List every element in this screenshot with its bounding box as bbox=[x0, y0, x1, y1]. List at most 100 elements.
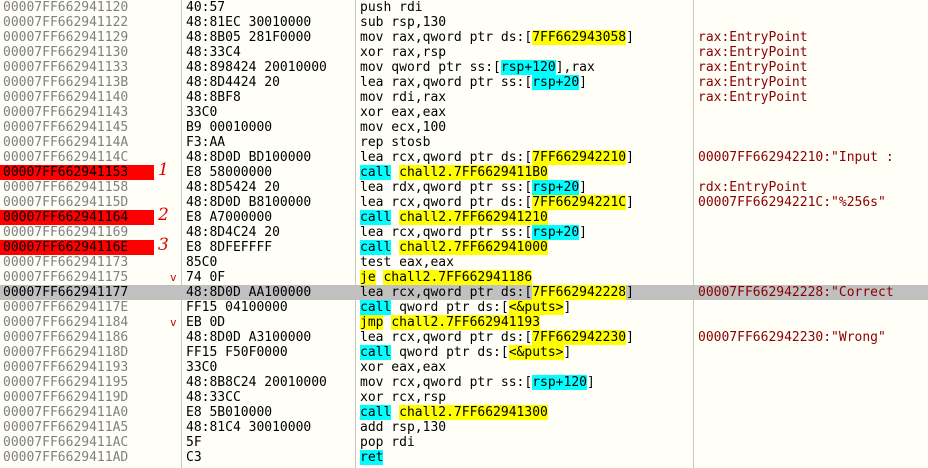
address-cell[interactable]: 00007FF662941175 bbox=[0, 270, 154, 285]
disassembly-row[interactable]: 00007FF6629411AD C3 ret bbox=[0, 450, 928, 465]
disassembly-row[interactable]: 00007FF662941129 48:8B05 281F0000 mov rax,… bbox=[0, 30, 928, 45]
instruction-cell[interactable]: mov rcx,qword ptr ss:[rsp+120] bbox=[360, 375, 690, 390]
bytes-cell[interactable]: 33C0 bbox=[186, 360, 351, 375]
bytes-cell[interactable]: 48:81EC 30010000 bbox=[186, 15, 351, 30]
comment-cell[interactable] bbox=[698, 165, 928, 180]
address-cell[interactable]: 00007FF662941177 bbox=[0, 285, 154, 300]
instruction-cell[interactable]: lea rcx,qword ptr ds:[7FF662942228] bbox=[360, 285, 690, 300]
comment-cell[interactable]: rax:EntryPoint bbox=[698, 30, 928, 45]
disassembly-row[interactable]: 00007FF662941145 B9 00010000 mov ecx,100 bbox=[0, 120, 928, 135]
address-cell[interactable]: 00007FF66294119D bbox=[0, 390, 154, 405]
instruction-cell[interactable]: mov qword ptr ss:[rsp+120],rax bbox=[360, 60, 690, 75]
disassembly-row[interactable]: 00007FF66294114C 48:8D0D BD100000 lea rcx,… bbox=[0, 150, 928, 165]
instruction-cell[interactable]: pop rdi bbox=[360, 435, 690, 450]
comment-cell[interactable] bbox=[698, 345, 928, 360]
disassembly-row[interactable]: 00007FF662941140 48:8BF8 mov rdi,rax rax:En… bbox=[0, 90, 928, 105]
bytes-cell[interactable]: 40:57 bbox=[186, 0, 351, 15]
disassembly-row[interactable]: 00007FF662941122 48:81EC 30010000 sub rsp,… bbox=[0, 15, 928, 30]
comment-cell[interactable]: 00007FF662942230:"Wrong" bbox=[698, 330, 928, 345]
comment-cell[interactable]: 00007FF662942210:"Input : bbox=[698, 150, 928, 165]
bytes-cell[interactable]: 48:8B05 281F0000 bbox=[186, 30, 351, 45]
address-cell[interactable]: 00007FF662941193 bbox=[0, 360, 154, 375]
disassembly-row[interactable]: 00007FF662941169 48:8D4C24 20 lea rcx,qwor… bbox=[0, 225, 928, 240]
address-cell[interactable]: 00007FF6629411AC bbox=[0, 435, 154, 450]
address-cell[interactable]: 00007FF662941186 bbox=[0, 330, 154, 345]
instruction-cell[interactable]: call chall2.7FF6629411B0 bbox=[360, 165, 690, 180]
disassembly-row[interactable]: 00007FF66294113B 48:8D4424 20 lea rax,qwor… bbox=[0, 75, 928, 90]
comment-cell[interactable] bbox=[698, 210, 928, 225]
disassembly-row[interactable]: 00007FF66294118D FF15 F50F0000 call qword … bbox=[0, 345, 928, 360]
disassembly-row[interactable]: 00007FF66294114A F3:AA rep stosb bbox=[0, 135, 928, 150]
comment-cell[interactable] bbox=[698, 225, 928, 240]
instruction-cell[interactable]: ret bbox=[360, 450, 690, 465]
disassembly-row[interactable]: 00007FF662941158 48:8D5424 20 lea rdx,qwor… bbox=[0, 180, 928, 195]
disassembly-row[interactable]: 00007FF662941175 v 74 0F je chall2.7FF66294… bbox=[0, 270, 928, 285]
disassembly-row[interactable]: 00007FF662941153 1 E8 58000000 call chall2.… bbox=[0, 162, 928, 180]
comment-cell[interactable] bbox=[698, 375, 928, 390]
bytes-cell[interactable]: 48:8D0D A3100000 bbox=[186, 330, 351, 345]
instruction-cell[interactable]: lea rcx,qword ptr ds:[7FF662942230] bbox=[360, 330, 690, 345]
bytes-cell[interactable]: 48:8D5424 20 bbox=[186, 180, 351, 195]
comment-cell[interactable]: rax:EntryPoint bbox=[698, 75, 928, 90]
bytes-cell[interactable]: 5F bbox=[186, 435, 351, 450]
disassembly-row[interactable]: 00007FF662941184 v EB 0D jmp chall2.7FF6629… bbox=[0, 315, 928, 330]
bytes-cell[interactable]: E8 5B010000 bbox=[186, 405, 351, 420]
bytes-cell[interactable]: F3:AA bbox=[186, 135, 351, 150]
disassembly-row[interactable]: 00007FF662941177 48:8D0D AA100000 lea rcx,… bbox=[0, 285, 928, 300]
address-cell[interactable]: 00007FF662941173 bbox=[0, 255, 154, 270]
instruction-cell[interactable]: sub rsp,130 bbox=[360, 15, 690, 30]
comment-cell[interactable]: rax:EntryPoint bbox=[698, 45, 928, 60]
instruction-cell[interactable]: rep stosb bbox=[360, 135, 690, 150]
instruction-cell[interactable]: call chall2.7FF662941210 bbox=[360, 210, 690, 225]
bytes-cell[interactable]: E8 8DFEFFFF bbox=[186, 240, 351, 255]
disassembly-row[interactable]: 00007FF662941195 48:8B8C24 20010000 mov rc… bbox=[0, 375, 928, 390]
instruction-cell[interactable]: lea rcx,qword ptr ds:[7FF66294221C] bbox=[360, 195, 690, 210]
bytes-cell[interactable]: 48:8D0D BD100000 bbox=[186, 150, 351, 165]
instruction-cell[interactable]: lea rcx,qword ptr ss:[rsp+20] bbox=[360, 225, 690, 240]
disassembly-row[interactable]: 00007FF662941186 48:8D0D A3100000 lea rcx,… bbox=[0, 330, 928, 345]
instruction-cell[interactable]: push rdi bbox=[360, 0, 690, 15]
disassembly-row[interactable]: 00007FF662941164 2 E8 A7000000 call chall2.… bbox=[0, 207, 928, 225]
instruction-cell[interactable]: call chall2.7FF662941300 bbox=[360, 405, 690, 420]
instruction-cell[interactable]: mov rax,qword ptr ds:[7FF662943058] bbox=[360, 30, 690, 45]
comment-cell[interactable] bbox=[698, 270, 928, 285]
bytes-cell[interactable]: E8 A7000000 bbox=[186, 210, 351, 225]
instruction-cell[interactable]: jmp chall2.7FF662941193 bbox=[360, 315, 690, 330]
bytes-cell[interactable]: 48:8D4424 20 bbox=[186, 75, 351, 90]
comment-cell[interactable] bbox=[698, 105, 928, 120]
comment-cell[interactable] bbox=[698, 360, 928, 375]
disassembly-row[interactable]: 00007FF662941143 33C0 xor eax,eax bbox=[0, 105, 928, 120]
address-cell[interactable]: 00007FF662941143 bbox=[0, 105, 154, 120]
instruction-cell[interactable]: xor eax,eax bbox=[360, 105, 690, 120]
address-cell[interactable]: 00007FF662941195 bbox=[0, 375, 154, 390]
disassembly-row[interactable]: 00007FF662941120 40:57 push rdi bbox=[0, 0, 928, 15]
address-cell[interactable]: 00007FF66294118D bbox=[0, 345, 154, 360]
instruction-cell[interactable]: lea rcx,qword ptr ds:[7FF662942210] bbox=[360, 150, 690, 165]
disassembly-row[interactable]: 00007FF66294117E FF15 04100000 call qword … bbox=[0, 300, 928, 315]
instruction-cell[interactable]: call chall2.7FF662941000 bbox=[360, 240, 690, 255]
bytes-cell[interactable]: 85C0 bbox=[186, 255, 351, 270]
bytes-cell[interactable]: 74 0F bbox=[186, 270, 351, 285]
bytes-cell[interactable]: 48:8D0D AA100000 bbox=[186, 285, 351, 300]
bytes-cell[interactable]: FF15 F50F0000 bbox=[186, 345, 351, 360]
comment-cell[interactable] bbox=[698, 255, 928, 270]
instruction-cell[interactable]: lea rax,qword ptr ss:[rsp+20] bbox=[360, 75, 690, 90]
disassembly-row[interactable]: 00007FF6629411A0 E8 5B010000 call chall2.7… bbox=[0, 405, 928, 420]
instruction-cell[interactable]: lea rdx,qword ptr ss:[rsp+20] bbox=[360, 180, 690, 195]
address-cell[interactable]: 00007FF662941122 bbox=[0, 15, 154, 30]
address-cell[interactable]: 00007FF662941120 bbox=[0, 0, 154, 15]
breakpoint-address[interactable]: 00007FF662941164 bbox=[0, 210, 154, 225]
comment-cell[interactable]: 00007FF66294221C:"%256s" bbox=[698, 195, 928, 210]
disassembly-row[interactable]: 00007FF662941193 33C0 xor eax,eax bbox=[0, 360, 928, 375]
comment-cell[interactable] bbox=[698, 435, 928, 450]
address-cell[interactable]: 00007FF66294113B bbox=[0, 75, 154, 90]
instruction-cell[interactable]: mov ecx,100 bbox=[360, 120, 690, 135]
address-cell[interactable]: 00007FF662941169 bbox=[0, 225, 154, 240]
disassembly-row[interactable]: 00007FF66294116E 3 E8 8DFEFFFF call chall2.… bbox=[0, 237, 928, 255]
instruction-cell[interactable]: test eax,eax bbox=[360, 255, 690, 270]
bytes-cell[interactable]: E8 58000000 bbox=[186, 165, 351, 180]
disassembly-row[interactable]: 00007FF66294119D 48:33CC xor rcx,rsp bbox=[0, 390, 928, 405]
disassembly-row[interactable]: 00007FF6629411A5 48:81C4 30010000 add rsp,… bbox=[0, 420, 928, 435]
instruction-cell[interactable]: mov rdi,rax bbox=[360, 90, 690, 105]
comment-cell[interactable] bbox=[698, 405, 928, 420]
